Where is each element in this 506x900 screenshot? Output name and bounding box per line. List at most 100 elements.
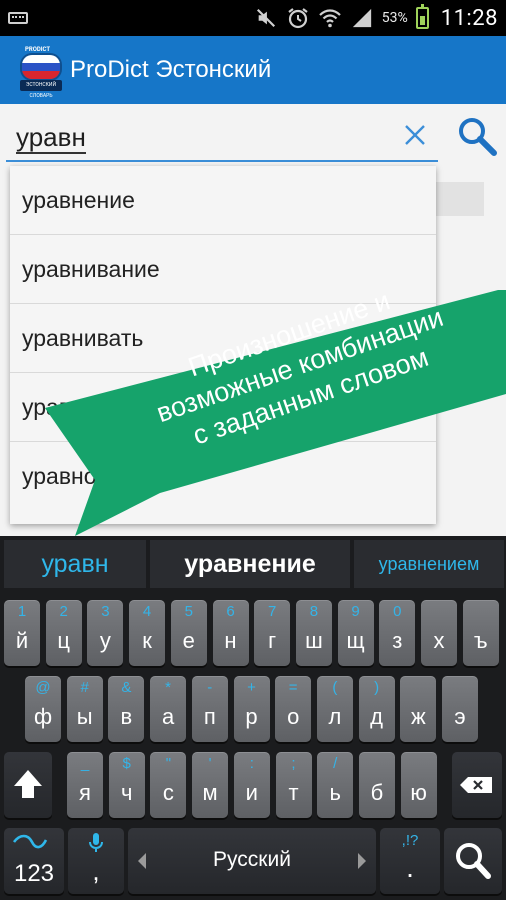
key-letter[interactable]: :и	[233, 752, 270, 818]
close-icon	[405, 125, 425, 145]
space-key[interactable]: Русский	[128, 828, 376, 894]
key-primary-label: в	[120, 704, 133, 729]
key-letter[interactable]: ъ	[462, 600, 499, 666]
key-letter[interactable]: э	[442, 676, 478, 742]
key-letter[interactable]: 5е	[170, 600, 207, 666]
key-letter[interactable]: ю	[400, 752, 437, 818]
key-letter[interactable]: ) д	[358, 676, 395, 742]
soft-keyboard: уравн уравнение уравнением 1й2ц3у4к5е6н7…	[0, 536, 506, 900]
key-letter[interactable]: 3у	[87, 600, 124, 666]
backspace-key[interactable]	[452, 752, 502, 818]
key-letter[interactable]: ' м	[192, 752, 229, 818]
key-letter[interactable]: " с	[150, 752, 187, 818]
strip-suggestion-typed[interactable]: уравн	[4, 540, 146, 588]
key-letter[interactable]: 1й	[4, 600, 40, 666]
key-letter[interactable]: & в	[108, 676, 145, 742]
key-primary-label: л	[328, 704, 342, 729]
key-letter[interactable]: 9щ	[337, 600, 374, 666]
key-secondary-label: '	[208, 755, 212, 772]
key-letter[interactable]: ж	[400, 676, 437, 742]
key-secondary-label: 5	[184, 603, 193, 620]
arrow-right-icon	[358, 853, 366, 869]
key-primary-label: й	[15, 628, 29, 653]
key-primary-label: е	[182, 628, 195, 653]
key-letter[interactable]: 6н	[212, 600, 249, 666]
key-primary-label: э	[454, 704, 466, 729]
shift-key[interactable]	[4, 752, 52, 818]
key-secondary-label: $	[122, 755, 131, 772]
key-letter[interactable]: -п	[191, 676, 228, 742]
key-primary-label: ц	[57, 628, 70, 653]
backspace-icon	[460, 777, 492, 793]
key-primary-label: ш	[305, 628, 323, 653]
suggestion-item[interactable]: уравновесить	[10, 442, 436, 511]
comma-key-label: ,	[92, 856, 100, 886]
key-secondary-label: +	[247, 679, 256, 696]
logo-brand: PRODICT	[25, 46, 51, 53]
key-primary-label: м	[202, 780, 218, 805]
search-icon	[459, 118, 497, 156]
key-secondary-label: #	[80, 679, 89, 696]
suggestion-list: уравнение уравнивание уравнивать уравнил…	[10, 166, 436, 524]
key-primary-label: н	[224, 628, 237, 653]
numbers-key-label: 123	[13, 860, 55, 887]
comma-key[interactable]: ,	[68, 828, 124, 894]
key-primary-label: д	[370, 704, 384, 729]
key-primary-label: с	[162, 780, 174, 805]
key-letter[interactable]: @ ф	[25, 676, 61, 742]
clear-button[interactable]	[398, 118, 432, 152]
suggestion-item[interactable]: уравнивать	[10, 304, 436, 373]
key-letter[interactable]: б	[358, 752, 395, 818]
key-letter[interactable]: (л	[316, 676, 353, 742]
key-letter[interactable]: _ я	[67, 752, 103, 818]
keyboard-suggestion-strip: уравн уравнение уравнением	[0, 536, 506, 592]
key-letter[interactable]: / ь	[317, 752, 354, 818]
numbers-key[interactable]: 123	[4, 828, 64, 894]
alarm-icon	[286, 6, 310, 30]
search-input[interactable]: уравн	[6, 112, 438, 162]
key-secondary-label: *	[165, 679, 172, 696]
key-secondary-label: 0	[393, 603, 402, 620]
period-key-secondary: ,!?	[401, 832, 419, 849]
key-primary-label: ь	[329, 780, 341, 805]
key-secondary-label: 4	[142, 603, 152, 620]
language-label: Русский	[213, 848, 291, 871]
suggestion-item[interactable]: уравнение	[10, 166, 436, 235]
key-letter[interactable]: # ы	[66, 676, 103, 742]
strip-suggestion-primary[interactable]: уравнение	[150, 540, 350, 588]
status-icons: 53% 11:28	[254, 0, 498, 36]
key-secondary-label: 6	[226, 603, 235, 620]
key-letter[interactable]: х	[421, 600, 457, 666]
key-letter[interactable]: 4к	[129, 600, 166, 666]
key-secondary-label: -	[207, 679, 213, 696]
key-primary-label: п	[203, 704, 216, 729]
key-letter[interactable]: $ ч	[108, 752, 145, 818]
battery-percent: 53%	[381, 10, 408, 26]
key-secondary-label: 1	[17, 603, 27, 620]
signal-icon	[350, 6, 374, 30]
key-letter[interactable]: = о	[275, 676, 312, 742]
key-secondary-label: /	[333, 755, 338, 772]
strip-suggestion-alt[interactable]: уравнением	[354, 540, 504, 588]
period-key[interactable]: ,!? .	[380, 828, 440, 894]
key-letter[interactable]: 7г	[254, 600, 291, 666]
key-letter[interactable]: + р	[233, 676, 270, 742]
key-letter[interactable]: ; т	[275, 752, 312, 818]
suggestion-item[interactable]: уравниловка	[10, 373, 436, 442]
key-primary-label: ы	[76, 704, 93, 729]
key-secondary-label: 9	[351, 603, 360, 620]
wifi-icon	[318, 6, 342, 30]
key-letter[interactable]: 0з	[379, 600, 416, 666]
key-primary-label: г	[268, 628, 277, 653]
key-primary-label: о	[287, 704, 300, 729]
key-secondary-label: 7	[268, 603, 277, 620]
search-button[interactable]	[455, 114, 499, 158]
key-letter[interactable]: 8ш	[295, 600, 332, 666]
background-list-item	[436, 182, 484, 216]
key-primary-label: ъ	[473, 628, 488, 653]
key-primary-label: а	[161, 704, 175, 729]
key-letter[interactable]: * а	[150, 676, 187, 742]
key-letter[interactable]: 2ц	[45, 600, 82, 666]
suggestion-item[interactable]: уравнивание	[10, 235, 436, 304]
search-key[interactable]	[444, 828, 502, 894]
